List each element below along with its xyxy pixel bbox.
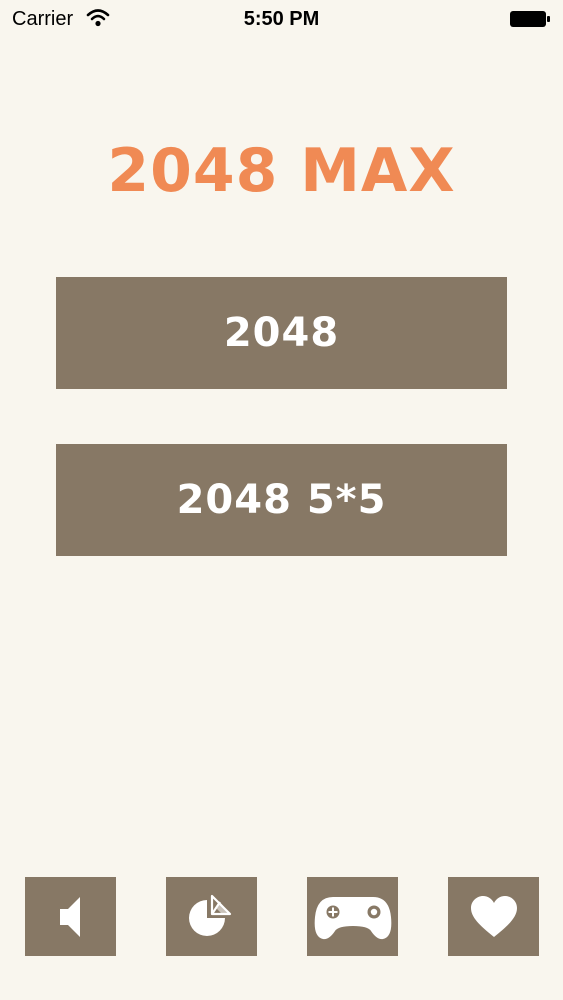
play-2048-button[interactable]: 2048 (56, 277, 507, 389)
sound-button[interactable] (25, 877, 116, 956)
status-bar: Carrier 5:50 PM (0, 0, 563, 40)
games-button[interactable] (307, 877, 398, 956)
play-2048-5x5-button[interactable]: 2048 5*5 (56, 444, 507, 556)
heart-icon (470, 895, 517, 937)
gamepad-icon (314, 896, 391, 939)
favorite-button[interactable] (448, 877, 539, 956)
app-title: 2048 MAX (107, 136, 456, 206)
battery-icon (510, 11, 550, 27)
speaker-icon (59, 896, 80, 937)
pie-chart-icon (188, 894, 231, 936)
status-clock: 5:50 PM (243, 8, 320, 30)
stats-button[interactable] (166, 877, 257, 956)
